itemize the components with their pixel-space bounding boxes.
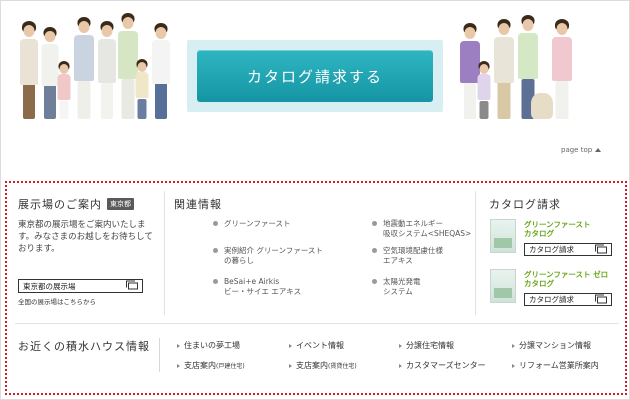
- new-window-icon: [595, 294, 607, 303]
- hero-section: カタログ請求する page top: [1, 1, 629, 179]
- catalog-request-small-button[interactable]: カタログ請求: [524, 293, 612, 306]
- bullet-icon: [372, 221, 377, 226]
- info-panel: 展示場のご案内 東京都 東京都の展示場をご案内いたします。みなさまのお越しをお待…: [5, 181, 627, 395]
- arrow-right-icon: [289, 363, 292, 368]
- catalog-thumbnail[interactable]: [490, 219, 516, 253]
- arrow-right-icon: [177, 343, 180, 348]
- arrow-right-icon: [177, 363, 180, 368]
- catalog-request-small-button[interactable]: カタログ請求: [524, 243, 612, 256]
- divider: [159, 338, 160, 372]
- arrow-right-icon: [399, 363, 402, 368]
- nearby-link[interactable]: 分譲マンション情報: [512, 340, 591, 351]
- related-item-green-first[interactable]: グリーンファースト: [213, 219, 291, 229]
- arrow-up-icon: [595, 148, 602, 152]
- related-item-besaie[interactable]: BeSai+e Airkis ビー・サイエ エアキス: [213, 277, 301, 297]
- arrow-right-icon: [399, 343, 402, 348]
- nearby-link[interactable]: 支店案内(戸建住宅): [177, 360, 245, 371]
- nearby-link[interactable]: 分譲住宅情報: [399, 340, 454, 351]
- catalog-thumbnail[interactable]: [490, 269, 516, 303]
- related-item-sheqas[interactable]: 地震動エネルギー 吸収システム<SHEQAS>: [372, 219, 471, 239]
- new-window-icon: [126, 280, 138, 290]
- arrow-right-icon: [512, 343, 515, 348]
- nearby-link[interactable]: カスタマーズセンター: [399, 360, 486, 371]
- new-window-icon: [595, 244, 607, 253]
- divider: [164, 191, 165, 315]
- bullet-icon: [213, 248, 218, 253]
- nearby-link[interactable]: イベント情報: [289, 340, 344, 351]
- related-item-solar[interactable]: 太陽光発電 システム: [372, 277, 421, 297]
- catalog-request-button[interactable]: カタログ請求する: [197, 50, 433, 102]
- showroom-tokyo-button[interactable]: 東京都の展示場: [18, 279, 143, 293]
- arrow-right-icon: [289, 343, 292, 348]
- family-photo-left: [19, 13, 171, 119]
- related-item-examples[interactable]: 実例紹介 グリーンファースト の暮らし: [213, 246, 323, 266]
- nearby-link[interactable]: 支店案内(賃貸住宅): [289, 360, 357, 371]
- arrow-right-icon: [512, 363, 515, 368]
- nearby-link[interactable]: 住まいの夢工場: [177, 340, 240, 351]
- showroom-description: 東京都の展示場をご案内いたします。みなさまのお越しをお待ちしております。: [18, 220, 153, 254]
- nearby-title: お近くの積水ハウス情報: [18, 340, 150, 353]
- nearby-link[interactable]: リフォーム営業所案内: [512, 360, 599, 371]
- catalog-request-frame: カタログ請求する: [187, 40, 443, 112]
- dog-illustration: [531, 93, 553, 119]
- related-info-title: 関連情報: [174, 198, 222, 211]
- showroom-header: 展示場のご案内 東京都: [18, 196, 134, 212]
- horizontal-divider: [15, 323, 619, 324]
- page: カタログ請求する page top 展示場のご案内 東京都 東京都の展示場をご案…: [0, 0, 630, 400]
- all-showrooms-link[interactable]: 全国の展示場はこちらから: [18, 296, 96, 306]
- page-top-link[interactable]: page top: [561, 146, 602, 154]
- divider: [475, 191, 476, 315]
- catalog-name: グリーンファースト ゼロ カタログ: [524, 270, 609, 288]
- bullet-icon: [372, 279, 377, 284]
- family-photo-right: [459, 15, 577, 119]
- catalog-name: グリーンファースト カタログ: [524, 220, 591, 238]
- region-badge: 東京都: [107, 198, 134, 210]
- showroom-title: 展示場のご案内: [18, 198, 102, 211]
- bullet-icon: [372, 248, 377, 253]
- catalog-title: カタログ請求: [489, 198, 561, 211]
- bullet-icon: [213, 221, 218, 226]
- bullet-icon: [213, 279, 218, 284]
- related-item-airkis[interactable]: 空気環境配慮仕様 エアキス: [372, 246, 443, 266]
